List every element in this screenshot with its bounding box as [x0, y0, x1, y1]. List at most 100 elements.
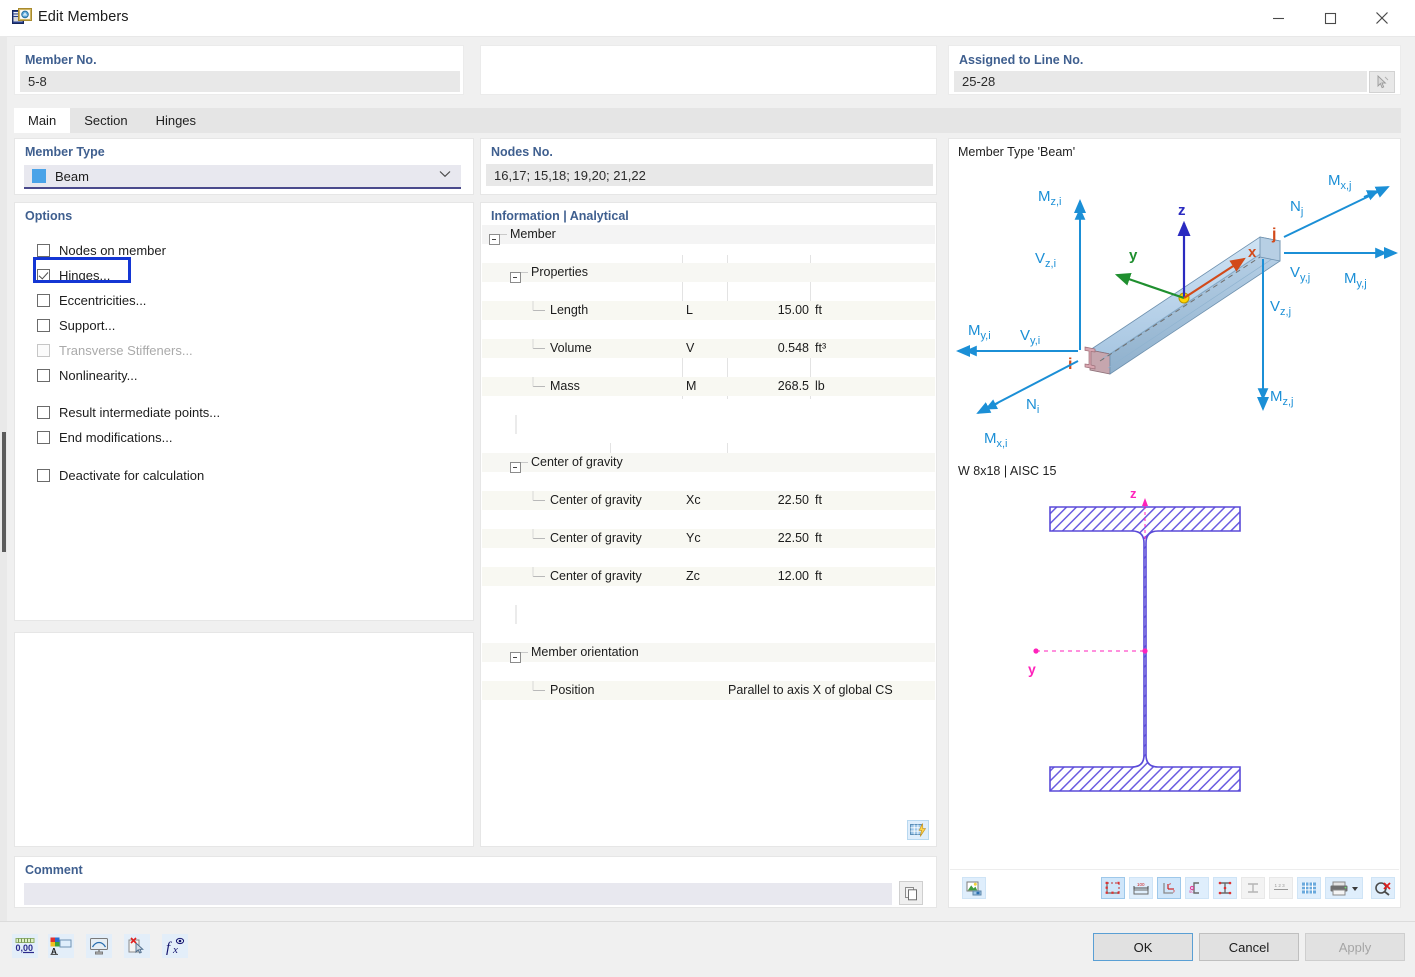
- axis-label-z: z: [1178, 202, 1186, 219]
- tree-row-length[interactable]: Length L 15.00 ft: [482, 301, 935, 320]
- node-label-j: j: [1271, 226, 1276, 243]
- shear-center-icon[interactable]: sc: [1185, 877, 1209, 899]
- chevron-down-icon: [439, 170, 451, 178]
- member-type-color-swatch: [32, 169, 46, 183]
- minimize-button[interactable]: [1255, 0, 1301, 36]
- collapse-icon-center-of-gravity[interactable]: [510, 462, 521, 474]
- tree-unit: ft: [815, 531, 822, 545]
- table-lightning-icon[interactable]: [907, 820, 929, 840]
- tree-unit: ft: [815, 303, 822, 317]
- option-end-modifications[interactable]: End modifications...: [37, 426, 172, 448]
- checkbox-support[interactable]: [37, 318, 50, 332]
- tab-main[interactable]: Main: [14, 108, 71, 133]
- tree-spacer: [482, 415, 935, 434]
- formula-icon[interactable]: f x: [162, 934, 188, 958]
- checkbox-result-intermediate-points[interactable]: [37, 405, 50, 419]
- option-result-intermediate-points[interactable]: Result intermediate points...: [37, 401, 220, 423]
- checkbox-nonlinearity[interactable]: [37, 368, 50, 382]
- copy-icon[interactable]: [899, 881, 923, 905]
- parts-icon[interactable]: [1241, 877, 1265, 899]
- tree-value: 22.50: [777, 531, 809, 545]
- svg-text:A: A: [51, 947, 57, 955]
- tree-row-properties[interactable]: Properties: [482, 263, 935, 284]
- force-label-mx-j: Mx,j: [1328, 172, 1352, 192]
- assigned-line-field[interactable]: 25-28: [954, 71, 1367, 92]
- section-outline-icon[interactable]: [1101, 877, 1125, 899]
- print-icon[interactable]: [1325, 877, 1363, 899]
- tree-row-cog-x[interactable]: Center of gravity Xc 22.50 ft: [482, 491, 935, 510]
- option-label: Nodes on member: [59, 242, 166, 258]
- deselect-icon[interactable]: [124, 934, 150, 958]
- collapse-icon-member[interactable]: [489, 234, 500, 246]
- tree-label: Properties: [531, 265, 588, 279]
- render-photo-icon[interactable]: [962, 877, 986, 899]
- force-label-my-i: My,i: [968, 322, 991, 342]
- tab-hinges[interactable]: Hinges: [142, 108, 210, 133]
- local-axes-icon[interactable]: z y: [1157, 877, 1181, 899]
- left-empty-panel: [14, 632, 474, 847]
- dimensions-icon[interactable]: 100: [1129, 877, 1153, 899]
- tree-row-mass[interactable]: Mass M 268.5 lb: [482, 377, 935, 396]
- member-no-group: Member No. 5-8: [14, 45, 464, 95]
- tree-symbol: M: [686, 379, 697, 393]
- tree-row-center-of-gravity-group[interactable]: Center of gravity: [482, 453, 935, 474]
- member-no-field[interactable]: 5-8: [20, 71, 460, 92]
- tree-value: 12.00: [777, 569, 809, 583]
- checkbox-nodes-on-member[interactable]: [37, 243, 50, 257]
- section-axis-label-y: y: [1028, 661, 1036, 677]
- information-tree[interactable]: Member Properties Length L 15.00 ft Volu…: [482, 225, 935, 845]
- tree-row-member-orientation-group[interactable]: Member orientation: [482, 643, 935, 664]
- checkbox-eccentricities[interactable]: [37, 293, 50, 307]
- left-edge-scroll-thumb[interactable]: [2, 432, 6, 552]
- middle-spacer-group: [480, 45, 937, 95]
- collapse-icon-member-orientation[interactable]: [510, 652, 521, 664]
- pick-cursor-icon[interactable]: [1369, 71, 1395, 93]
- decimal-places-icon[interactable]: 0,00: [12, 934, 38, 958]
- nodes-field[interactable]: 16,17; 15,18; 19,20; 21,22: [486, 164, 933, 186]
- tree-row-volume[interactable]: Volume V 0.548 ft³: [482, 339, 935, 358]
- grid-icon[interactable]: [1297, 877, 1321, 899]
- display-props-icon[interactable]: [86, 934, 112, 958]
- option-label: Nonlinearity...: [59, 367, 138, 383]
- option-support[interactable]: Support...: [37, 314, 115, 336]
- cancel-button[interactable]: Cancel: [1199, 933, 1299, 961]
- ok-button[interactable]: OK: [1093, 933, 1193, 961]
- tree-label: Member orientation: [531, 645, 639, 659]
- tab-strip: Main Section Hinges: [14, 108, 1401, 133]
- tab-section[interactable]: Section: [70, 108, 141, 133]
- tree-unit: ft³: [815, 341, 827, 355]
- zoom-reset-icon[interactable]: [1371, 877, 1395, 899]
- member-type-label: Member Type: [25, 145, 105, 159]
- comment-panel: Comment: [14, 856, 937, 908]
- maximize-button[interactable]: [1307, 0, 1353, 36]
- assigned-line-group: Assigned to Line No. 25-28: [948, 45, 1401, 95]
- svg-text:0,00: 0,00: [16, 943, 34, 953]
- print-dropdown-icon: [1352, 886, 1358, 891]
- options-label: Options: [25, 209, 73, 223]
- tree-unit: ft: [815, 569, 822, 583]
- force-label-mz-i: Mz,i: [1038, 188, 1062, 208]
- checkbox-end-modifications[interactable]: [37, 430, 50, 444]
- checkbox-deactivate-for-calculation[interactable]: [37, 468, 50, 482]
- close-button[interactable]: [1359, 0, 1405, 36]
- member-3d-diagram[interactable]: z y x i j Mz,i Vz,i My,i: [950, 165, 1401, 455]
- tree-row-position[interactable]: Position Parallel to axis X of global CS: [482, 681, 935, 700]
- stress-points-icon[interactable]: [1213, 877, 1237, 899]
- information-label: Information | Analytical: [491, 209, 629, 223]
- colors-icon[interactable]: A: [48, 934, 74, 958]
- tree-row-member[interactable]: Member: [482, 225, 935, 246]
- tree-row-cog-z[interactable]: Center of gravity Zc 12.00 ft: [482, 567, 935, 586]
- option-label: Result intermediate points...: [59, 404, 221, 420]
- option-nonlinearity[interactable]: Nonlinearity...: [37, 364, 138, 386]
- checkbox-transverse-stiffeners: [37, 343, 50, 357]
- numbering-icon[interactable]: 1 2 3: [1269, 877, 1293, 899]
- option-eccentricities[interactable]: Eccentricities...: [37, 289, 146, 311]
- tree-label: Center of gravity: [531, 455, 623, 469]
- collapse-icon-properties[interactable]: [510, 272, 521, 284]
- section-profile-drawing[interactable]: z y: [950, 484, 1401, 864]
- tree-row-cog-y[interactable]: Center of gravity Yc 22.50 ft: [482, 529, 935, 548]
- member-type-combobox[interactable]: Beam: [24, 165, 461, 189]
- option-deactivate-for-calculation[interactable]: Deactivate for calculation: [37, 464, 204, 486]
- comment-input[interactable]: [24, 883, 892, 905]
- bottom-bar: 0,00 A f x OK Cancel Apply: [0, 921, 1415, 977]
